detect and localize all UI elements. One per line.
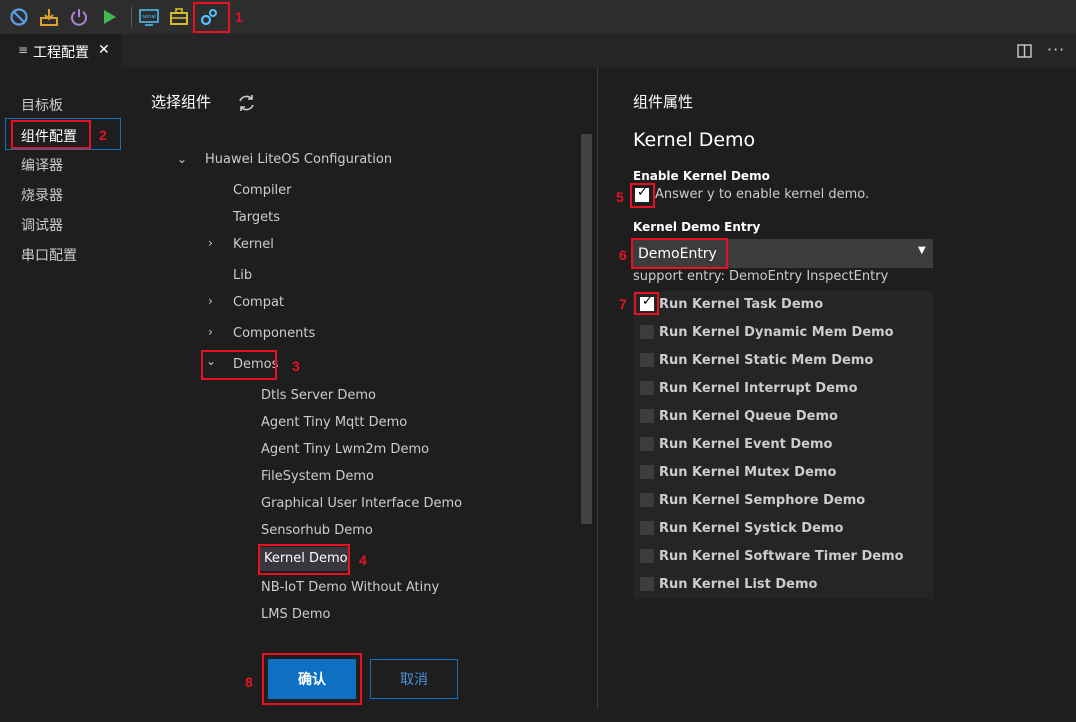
- chevron-right-icon[interactable]: ›: [208, 236, 213, 250]
- entry-label: Kernel Demo Entry: [633, 220, 761, 234]
- tree-item-compiler[interactable]: Compiler: [233, 183, 292, 198]
- annotation-box-3: [201, 350, 277, 380]
- tab-project-config[interactable]: ≡ 工程配置 ✕: [0, 34, 121, 68]
- more-actions-icon[interactable]: ···: [1047, 40, 1065, 59]
- select-panel-title: 选择组件: [151, 93, 212, 111]
- annotation-box-8: [262, 653, 362, 705]
- download-icon[interactable]: [39, 7, 59, 27]
- option-checkbox[interactable]: [640, 577, 654, 591]
- editor-tab-bar: [0, 34, 1076, 68]
- option-checkbox[interactable]: [640, 325, 654, 339]
- option-label: Run Kernel Mutex Demo: [659, 465, 837, 480]
- option-label: Run Kernel Dynamic Mem Demo: [659, 325, 894, 340]
- annotation-label-2: 2: [99, 127, 107, 143]
- option-label: Run Kernel Static Mem Demo: [659, 353, 874, 368]
- option-label: Run Kernel Task Demo: [659, 297, 824, 312]
- sidebar-item-target-board[interactable]: 目标板: [21, 95, 63, 115]
- component-title: Kernel Demo: [633, 129, 756, 151]
- entry-support-text: support entry: DemoEntry InspectEntry: [633, 269, 889, 284]
- dropdown-arrow-icon: ▼: [918, 245, 926, 256]
- option-checkbox[interactable]: [640, 353, 654, 367]
- tree-item-demo[interactable]: Graphical User Interface Demo: [261, 496, 462, 511]
- enable-description: Answer y to enable kernel demo.: [655, 187, 870, 202]
- refresh-icon[interactable]: [236, 93, 257, 113]
- split-editor-icon[interactable]: [1017, 44, 1032, 58]
- tree-item-demo[interactable]: Sensorhub Demo: [261, 523, 373, 538]
- sidebar-item-burner[interactable]: 烧录器: [21, 185, 63, 205]
- tree-item-components[interactable]: Components: [233, 326, 315, 341]
- annotation-label-5: 5: [616, 189, 624, 205]
- tree-item-compat[interactable]: Compat: [233, 295, 284, 310]
- option-checkbox[interactable]: [640, 521, 654, 535]
- top-toolbar: serial: [0, 0, 1076, 34]
- tree-item-demo[interactable]: Agent Tiny Lwm2m Demo: [261, 442, 429, 457]
- sidebar-item-compiler[interactable]: 编译器: [21, 155, 63, 175]
- panel-divider: [597, 68, 598, 708]
- option-label: Run Kernel List Demo: [659, 577, 818, 592]
- tree-item-demo[interactable]: NB-IoT Demo Without Atiny: [261, 580, 439, 595]
- cancel-button[interactable]: 取消: [370, 659, 458, 699]
- toolbox-icon[interactable]: [169, 7, 189, 27]
- tree-item-demo[interactable]: Agent Tiny Mqtt Demo: [261, 415, 407, 430]
- tab-close-icon[interactable]: ✕: [98, 42, 110, 58]
- annotation-label-1: 1: [235, 9, 243, 25]
- chevron-right-icon[interactable]: ›: [208, 294, 213, 308]
- option-label: Run Kernel Queue Demo: [659, 409, 838, 424]
- enable-label: Enable Kernel Demo: [633, 169, 770, 183]
- tree-item-demo[interactable]: FileSystem Demo: [261, 469, 374, 484]
- toolbar-separator: [131, 7, 132, 27]
- preview-icon: ≡: [18, 43, 29, 57]
- option-label: Run Kernel Software Timer Demo: [659, 549, 904, 564]
- annotation-label-4: 4: [359, 552, 367, 568]
- option-label: Run Kernel Interrupt Demo: [659, 381, 858, 396]
- chevron-right-icon[interactable]: ›: [208, 325, 213, 339]
- sidebar-item-serial-config[interactable]: 串口配置: [21, 245, 77, 265]
- option-checkbox[interactable]: [640, 465, 654, 479]
- option-checkbox[interactable]: [640, 493, 654, 507]
- option-label: Run Kernel Semphore Demo: [659, 493, 866, 508]
- annotation-box-5: [630, 183, 655, 208]
- annotation-box-6: [631, 238, 728, 269]
- tab-title: 工程配置: [33, 45, 89, 61]
- tree-item-demo[interactable]: Dtls Server Demo: [261, 388, 376, 403]
- chevron-down-icon[interactable]: ⌄: [177, 152, 187, 166]
- tree-item-targets[interactable]: Targets: [233, 210, 280, 225]
- option-label: Run Kernel Systick Demo: [659, 521, 844, 536]
- tree-item-demo[interactable]: LMS Demo: [261, 607, 330, 622]
- annotation-label-8: 8: [245, 674, 253, 690]
- option-checkbox[interactable]: [640, 409, 654, 423]
- tree-root[interactable]: Huawei LiteOS Configuration: [205, 152, 392, 167]
- annotation-box-1: [193, 2, 230, 33]
- tree-scrollbar[interactable]: [581, 134, 592, 524]
- serial-icon[interactable]: serial: [139, 7, 159, 27]
- option-checkbox[interactable]: [640, 549, 654, 563]
- annotation-label-6: 6: [619, 247, 627, 263]
- power-icon[interactable]: [69, 7, 89, 27]
- annotation-box-7: [634, 292, 659, 315]
- sidebar-item-debugger[interactable]: 调试器: [21, 215, 63, 235]
- annotation-label-3: 3: [292, 358, 300, 374]
- annotation-label-7: 7: [619, 296, 627, 312]
- option-label: Run Kernel Event Demo: [659, 437, 833, 452]
- prohibit-icon[interactable]: [9, 7, 29, 27]
- tree-item-kernel[interactable]: Kernel: [233, 237, 274, 252]
- option-checkbox[interactable]: [640, 437, 654, 451]
- svg-text:serial: serial: [142, 14, 156, 20]
- tree-item-lib[interactable]: Lib: [233, 268, 252, 283]
- option-checkbox[interactable]: [640, 381, 654, 395]
- run-icon[interactable]: [99, 7, 119, 27]
- props-header: 组件属性: [633, 93, 694, 111]
- annotation-box-4: [258, 544, 350, 575]
- annotation-box-2: [11, 120, 91, 149]
